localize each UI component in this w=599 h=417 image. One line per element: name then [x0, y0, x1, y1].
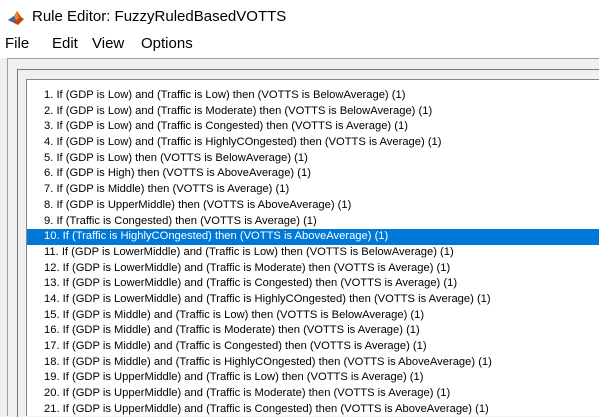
- rule-item[interactable]: 2. If (GDP is Low) and (Traffic is Moder…: [27, 104, 599, 120]
- rule-item[interactable]: 6. If (GDP is High) then (VOTTS is Above…: [27, 166, 599, 182]
- rule-item[interactable]: 17. If (GDP is Middle) and (Traffic is C…: [27, 339, 599, 355]
- rule-item[interactable]: 10. If (Traffic is HighlyCOngested) then…: [27, 229, 599, 245]
- rule-item[interactable]: 9. If (Traffic is Congested) then (VOTTS…: [27, 214, 599, 230]
- menu-options[interactable]: Options: [141, 35, 193, 52]
- window-title: Rule Editor: FuzzyRuledBasedVOTTS: [32, 8, 287, 25]
- rule-item[interactable]: 20. If (GDP is UpperMiddle) and (Traffic…: [27, 386, 599, 402]
- rule-item[interactable]: 4. If (GDP is Low) and (Traffic is Highl…: [27, 135, 599, 151]
- rule-item[interactable]: 21. If (GDP is UpperMiddle) and (Traffic…: [27, 402, 599, 416]
- menu-file[interactable]: File: [5, 35, 29, 52]
- rule-item[interactable]: 13. If (GDP is LowerMiddle) and (Traffic…: [27, 276, 599, 292]
- rule-item[interactable]: 16. If (GDP is Middle) and (Traffic is M…: [27, 323, 599, 339]
- rule-item[interactable]: 7. If (GDP is Middle) then (VOTTS is Ave…: [27, 182, 599, 198]
- menu-edit[interactable]: Edit: [52, 35, 78, 52]
- rule-item[interactable]: 11. If (GDP is LowerMiddle) and (Traffic…: [27, 245, 599, 261]
- menu-bar: File Edit View Options: [0, 34, 599, 58]
- rule-item[interactable]: 5. If (GDP is Low) then (VOTTS is BelowA…: [27, 151, 599, 167]
- rule-item[interactable]: 8. If (GDP is UpperMiddle) then (VOTTS i…: [27, 198, 599, 214]
- rule-list: 1. If (GDP is Low) and (Traffic is Low) …: [27, 88, 599, 416]
- title-bar[interactable]: Rule Editor: FuzzyRuledBasedVOTTS: [0, 0, 599, 34]
- rule-item[interactable]: 18. If (GDP is Middle) and (Traffic is H…: [27, 355, 599, 371]
- menu-view[interactable]: View: [92, 35, 124, 52]
- rule-item[interactable]: 3. If (GDP is Low) and (Traffic is Conge…: [27, 119, 599, 135]
- rule-item[interactable]: 12. If (GDP is LowerMiddle) and (Traffic…: [27, 261, 599, 277]
- rule-item[interactable]: 1. If (GDP is Low) and (Traffic is Low) …: [27, 88, 599, 104]
- rule-listbox[interactable]: 1. If (GDP is Low) and (Traffic is Low) …: [26, 79, 599, 416]
- rule-item[interactable]: 15. If (GDP is Middle) and (Traffic is L…: [27, 308, 599, 324]
- rule-item[interactable]: 19. If (GDP is UpperMiddle) and (Traffic…: [27, 370, 599, 386]
- matlab-icon: [8, 11, 24, 25]
- rule-item[interactable]: 14. If (GDP is LowerMiddle) and (Traffic…: [27, 292, 599, 308]
